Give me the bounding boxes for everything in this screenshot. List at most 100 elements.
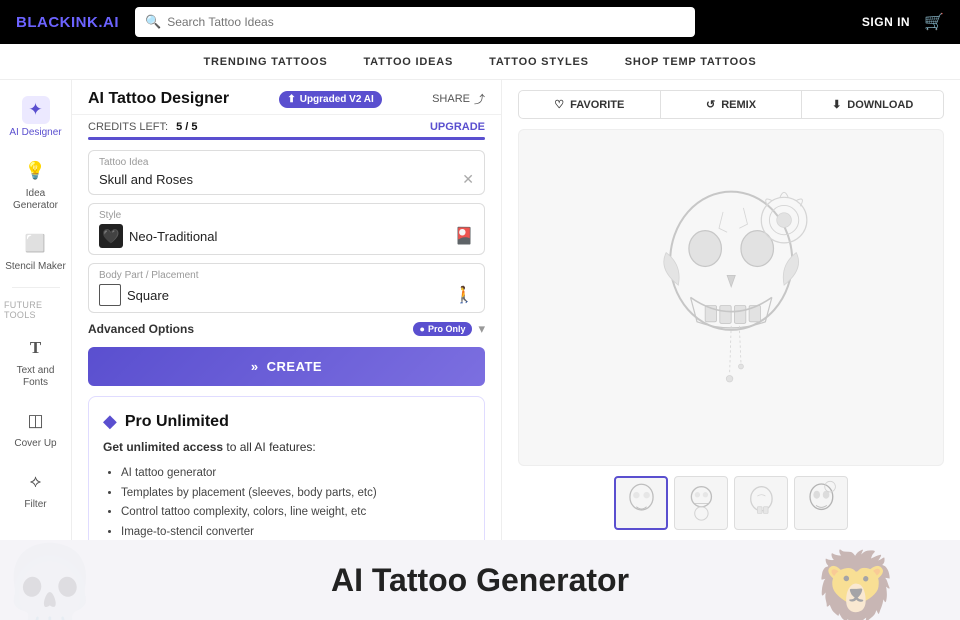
upgrade-star-icon: ⬆ [287, 94, 295, 105]
pro-only-dot: ● [420, 324, 425, 334]
cart-icon[interactable]: 🛒 [924, 12, 944, 32]
upgraded-badge: ⬆ Upgraded V2 AI [279, 91, 381, 108]
pro-features-list: AI tattoo generator Templates by placeme… [103, 464, 470, 540]
credits-label: CREDITS LEFT: [88, 121, 168, 133]
tattoo-idea-label: Tattoo Idea [99, 157, 474, 168]
pro-unlimited-subtitle: Get unlimited access to all AI features: [103, 440, 470, 454]
tattoo-preview-svg [551, 155, 911, 440]
top-navigation: BLACKINK.AI 🔍 SIGN IN 🛒 [0, 0, 960, 44]
heart-icon: ♡ [554, 98, 564, 111]
thumbnail-4[interactable] [794, 476, 848, 530]
tattoo-idea-clear-icon[interactable]: ✕ [462, 171, 474, 188]
ai-designer-icon: ✦ [22, 96, 50, 124]
placement-row: Square 🚶 [99, 284, 474, 306]
download-icon: ⬇ [832, 98, 841, 111]
sub-navigation: TRENDING TATTOOS TATTOO IDEAS TATTOO STY… [0, 44, 960, 80]
placement-field[interactable]: Body Part / Placement Square 🚶 [88, 263, 485, 313]
designer-header: AI Tattoo Designer ⬆ Upgraded V2 AI SHAR… [72, 80, 501, 115]
list-item: AI tattoo generator [121, 464, 470, 484]
bottom-title: AI Tattoo Generator [331, 562, 629, 599]
remix-icon: ↺ [706, 98, 715, 111]
sidebar-item-label: Filter [24, 499, 46, 511]
remix-button[interactable]: ↺ REMIX [661, 90, 803, 119]
style-value: 🖤 Neo-Traditional [99, 224, 217, 248]
style-field[interactable]: Style 🖤 Neo-Traditional 🎴 [88, 203, 485, 255]
preview-panel: ♡ FAVORITE ↺ REMIX ⬇ DOWNLOAD [502, 80, 960, 540]
credits-value: 5 / 5 [176, 121, 197, 133]
bottom-section: 💀 AI Tattoo Generator 🦁 [0, 540, 960, 620]
sidebar-item-cover-up[interactable]: ◫ Cover Up [0, 399, 71, 456]
style-row: 🖤 Neo-Traditional 🎴 [99, 224, 474, 248]
brand-logo[interactable]: BLACKINK.AI [16, 14, 119, 31]
upgrade-link[interactable]: UPGRADE [430, 121, 485, 133]
share-button[interactable]: SHARE ⤴ [432, 91, 485, 107]
search-bar: 🔍 [135, 7, 695, 37]
preview-actions: ♡ FAVORITE ↺ REMIX ⬇ DOWNLOAD [502, 80, 960, 129]
credits-progress-fill [88, 137, 485, 140]
sidebar-divider [12, 287, 60, 288]
sidebar-item-filter[interactable]: ⟡ Filter [0, 460, 71, 517]
sidebar-item-label: Stencil Maker [5, 261, 66, 273]
placement-label: Body Part / Placement [99, 270, 474, 281]
list-item: Templates by placement (sleeves, body pa… [121, 484, 470, 504]
pro-unlimited-header: ◆ Pro Unlimited [103, 411, 470, 432]
create-button[interactable]: » CREATE [88, 347, 485, 386]
sidebar-item-idea-generator[interactable]: 💡 Idea Generator [0, 149, 71, 218]
subnav-styles[interactable]: TATTOO STYLES [489, 56, 589, 68]
filter-icon: ⟡ [22, 468, 50, 496]
placement-figure-icon: 🚶 [454, 285, 474, 305]
main-layout: ✦ AI Designer 💡 Idea Generator ⬜ Stencil… [0, 80, 960, 540]
pro-unlimited-title: Pro Unlimited [125, 413, 229, 431]
credits-progress-bar [88, 137, 485, 140]
list-item: Control tattoo complexity, colors, line … [121, 503, 470, 523]
style-expand-icon: 🎴 [454, 226, 474, 246]
future-tools-label: Future Tools [0, 296, 71, 322]
download-button[interactable]: ⬇ DOWNLOAD [802, 90, 944, 119]
sidebar-item-label: Idea Generator [4, 188, 67, 212]
designer-title: AI Tattoo Designer [88, 90, 229, 108]
sidebar-item-label: AI Designer [9, 127, 61, 139]
style-thumb-icon: 🖤 [99, 224, 123, 248]
placement-square-icon [99, 284, 121, 306]
sidebar-item-label: Text and Fonts [4, 365, 67, 389]
pro-unlimited-box: ◆ Pro Unlimited Get unlimited access to … [88, 396, 485, 540]
thumbnail-strip [502, 466, 960, 540]
sidebar-item-ai-designer[interactable]: ✦ AI Designer [0, 88, 71, 145]
content-panel: AI Tattoo Designer ⬆ Upgraded V2 AI SHAR… [72, 80, 502, 540]
tattoo-preview-area [518, 129, 944, 466]
thumbnail-3[interactable] [734, 476, 788, 530]
create-chevron-icon: » [251, 359, 259, 374]
list-item: Image-to-stencil converter [121, 523, 470, 540]
sidebar-item-label: Cover Up [14, 438, 56, 450]
text-fonts-icon: T [22, 334, 50, 362]
thumbnail-2[interactable] [674, 476, 728, 530]
share-icon: ⤴ [474, 91, 485, 107]
advanced-options-row[interactable]: Advanced Options ● Pro Only ▾ [88, 321, 485, 337]
sidebar: ✦ AI Designer 💡 Idea Generator ⬜ Stencil… [0, 80, 72, 540]
signin-button[interactable]: SIGN IN [862, 15, 910, 29]
tattoo-idea-row: Skull and Roses ✕ [99, 171, 474, 188]
sidebar-item-text-fonts[interactable]: T Text and Fonts [0, 326, 71, 395]
subnav-trending[interactable]: TRENDING TATTOOS [203, 56, 327, 68]
background-art-decoration: 🦁 [813, 548, 900, 620]
idea-generator-icon: 💡 [22, 157, 50, 185]
search-input[interactable] [167, 15, 685, 29]
advanced-options-label: Advanced Options [88, 322, 194, 336]
cover-up-icon: ◫ [22, 407, 50, 435]
subnav-shop[interactable]: SHOP TEMP TATTOOS [625, 56, 757, 68]
placement-value: Square [99, 284, 169, 306]
pro-diamond-icon: ◆ [103, 411, 117, 432]
favorite-button[interactable]: ♡ FAVORITE [518, 90, 661, 119]
background-skull-decoration: 💀 [0, 540, 100, 620]
tattoo-idea-field[interactable]: Tattoo Idea Skull and Roses ✕ [88, 150, 485, 195]
nav-right: SIGN IN 🛒 [862, 12, 944, 32]
search-icon: 🔍 [145, 14, 161, 30]
style-label: Style [99, 210, 474, 221]
expand-chevron-icon[interactable]: ▾ [478, 321, 485, 337]
sidebar-item-stencil-maker[interactable]: ⬜ Stencil Maker [0, 222, 71, 279]
subnav-ideas[interactable]: TATTOO IDEAS [363, 56, 453, 68]
thumbnail-1[interactable] [614, 476, 668, 530]
pro-only-badge: ● Pro Only [413, 322, 473, 336]
credits-bar: CREDITS LEFT: 5 / 5 UPGRADE [72, 115, 501, 137]
tattoo-idea-value: Skull and Roses [99, 172, 193, 187]
